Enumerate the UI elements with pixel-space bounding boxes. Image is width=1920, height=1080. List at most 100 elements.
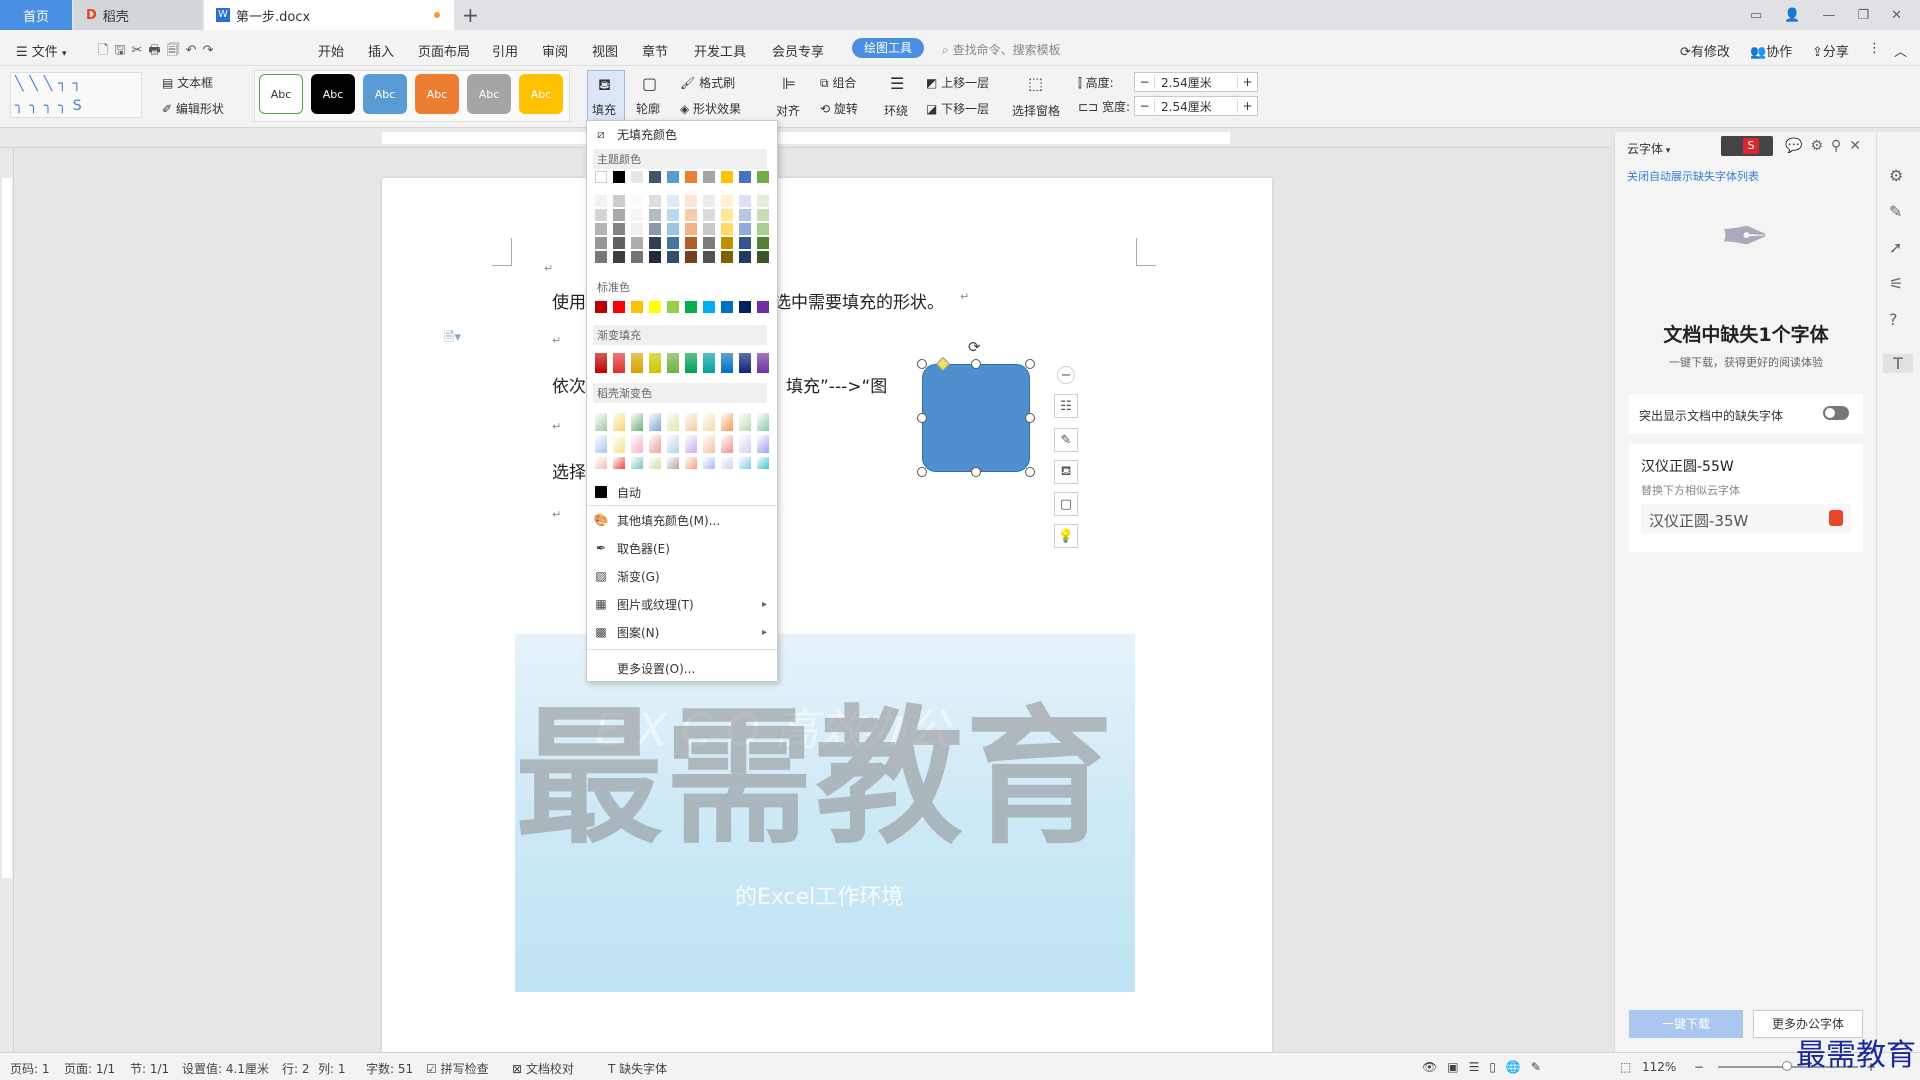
docer-gradient-swatch[interactable] bbox=[721, 457, 733, 469]
standard-color-swatch[interactable] bbox=[703, 301, 715, 313]
theme-shade-swatch[interactable] bbox=[631, 195, 643, 207]
tab-drawing-tools[interactable]: 绘图工具 bbox=[852, 38, 924, 58]
no-fill-item[interactable]: ⧄ 无填充颜色 bbox=[593, 123, 771, 145]
docer-gradient-swatch[interactable] bbox=[595, 413, 607, 431]
theme-color-swatch[interactable] bbox=[613, 171, 625, 183]
cursor-icon[interactable]: ➚ bbox=[1889, 238, 1902, 257]
theme-shade-swatch[interactable] bbox=[757, 251, 769, 263]
docer-gradient-swatch[interactable] bbox=[757, 435, 769, 453]
collapse-ribbon-icon[interactable]: ︿ bbox=[1894, 41, 1907, 60]
theme-shade-swatch[interactable] bbox=[739, 223, 751, 235]
fit-page-icon[interactable]: ⬚ bbox=[1620, 1060, 1631, 1074]
command-search[interactable]: ⌕ 查找命令、搜索模板 bbox=[942, 41, 1061, 58]
theme-color-swatch[interactable] bbox=[721, 171, 733, 183]
docer-gradient-swatch[interactable] bbox=[721, 413, 733, 431]
gradient-fill-swatch[interactable] bbox=[757, 353, 769, 373]
zoom-level[interactable]: 112% bbox=[1642, 1060, 1676, 1074]
pen-tool-icon[interactable]: ✎ bbox=[1054, 428, 1078, 452]
theme-shade-swatch[interactable] bbox=[631, 209, 643, 221]
selected-rounded-rectangle[interactable] bbox=[922, 364, 1030, 472]
theme-shade-swatch[interactable] bbox=[595, 251, 607, 263]
auto-color-item[interactable]: 自动 bbox=[593, 481, 771, 503]
docer-gradient-swatch[interactable] bbox=[667, 413, 679, 431]
theme-shade-swatch[interactable] bbox=[721, 209, 733, 221]
width-decrement[interactable]: − bbox=[1135, 99, 1155, 113]
font-panel-icon[interactable]: T bbox=[1883, 354, 1913, 373]
theme-shade-swatch[interactable] bbox=[685, 223, 697, 235]
tab-document[interactable]: W 第一步.docx bbox=[204, 0, 454, 30]
docer-gradient-swatch[interactable] bbox=[721, 435, 733, 453]
standard-color-swatch[interactable] bbox=[685, 301, 697, 313]
standard-color-swatch[interactable] bbox=[667, 301, 679, 313]
theme-shade-swatch[interactable] bbox=[667, 251, 679, 263]
lightbulb-icon[interactable]: 💡 bbox=[1054, 524, 1078, 548]
theme-shade-swatch[interactable] bbox=[757, 195, 769, 207]
shape-effects-button[interactable]: ◈ 形状效果 bbox=[680, 100, 741, 117]
docer-gradient-swatch[interactable] bbox=[685, 457, 697, 469]
gradient-fill-swatch[interactable] bbox=[739, 353, 751, 373]
pattern-item[interactable]: ▩ 图案(N) ▸ bbox=[593, 621, 771, 643]
docer-gradient-swatch[interactable] bbox=[757, 457, 769, 469]
theme-shade-swatch[interactable] bbox=[721, 223, 733, 235]
zoom-out-button[interactable]: − bbox=[1694, 1060, 1704, 1074]
gradient-fill-swatch[interactable] bbox=[613, 353, 625, 373]
menu-start[interactable]: 开始 bbox=[318, 41, 344, 60]
replacement-font-item[interactable]: 汉仪正圆-35W bbox=[1641, 504, 1851, 534]
rotate-handle-icon[interactable]: ⟳ bbox=[968, 338, 981, 356]
docer-gradient-swatch[interactable] bbox=[649, 413, 661, 431]
standard-color-swatch[interactable] bbox=[649, 301, 661, 313]
view-mode-icons[interactable]: 👁▣☰▯🌐✎ bbox=[1422, 1060, 1551, 1074]
theme-shade-swatch[interactable] bbox=[613, 209, 625, 221]
menu-references[interactable]: 引用 bbox=[492, 41, 518, 60]
docer-gradient-swatch[interactable] bbox=[613, 457, 625, 469]
theme-shade-swatch[interactable] bbox=[631, 237, 643, 249]
docer-gradient-swatch[interactable] bbox=[613, 413, 625, 431]
more-settings-item[interactable]: 更多设置(O)... bbox=[593, 657, 771, 679]
menu-view[interactable]: 视图 bbox=[592, 41, 618, 60]
docer-gradient-swatch[interactable] bbox=[613, 435, 625, 453]
shape-style-icon[interactable]: ⚙ bbox=[1889, 166, 1903, 185]
gradient-fill-swatch[interactable] bbox=[595, 353, 607, 373]
docer-gradient-swatch[interactable] bbox=[739, 435, 751, 453]
theme-shade-swatch[interactable] bbox=[739, 209, 751, 221]
theme-shade-swatch[interactable] bbox=[595, 223, 607, 235]
bring-forward-button[interactable]: ◩ 上移一层 bbox=[926, 74, 989, 91]
file-menu[interactable]: ☰ 文件 ▾ bbox=[16, 41, 66, 60]
menu-review[interactable]: 审阅 bbox=[542, 41, 568, 60]
gradient-fill-swatch[interactable] bbox=[685, 353, 697, 373]
gradient-fill-swatch[interactable] bbox=[667, 353, 679, 373]
theme-shade-swatch[interactable] bbox=[649, 251, 661, 263]
fill-tool-icon[interactable]: ⛾ bbox=[1054, 460, 1078, 484]
send-backward-button[interactable]: ◪ 下移一层 bbox=[926, 100, 989, 117]
tab-home[interactable]: 首页 bbox=[0, 0, 72, 30]
highlight-toggle-switch[interactable] bbox=[1823, 406, 1849, 420]
theme-shade-swatch[interactable] bbox=[739, 251, 751, 263]
theme-shade-swatch[interactable] bbox=[613, 251, 625, 263]
chat-icon[interactable]: 💬 bbox=[1785, 138, 1810, 154]
theme-shade-swatch[interactable] bbox=[685, 251, 697, 263]
selection-pane-button[interactable]: ⬚ 选择窗格 bbox=[1012, 72, 1064, 124]
cloud-font-dropdown[interactable]: 云字体 ▾ bbox=[1627, 140, 1670, 157]
fill-button[interactable]: ⛾ 填充 bbox=[587, 70, 625, 122]
width-input[interactable]: − 2.54厘米 + bbox=[1134, 96, 1258, 116]
docer-gradient-swatch[interactable] bbox=[703, 457, 715, 469]
document-area[interactable]: ↵ 使用 W 选中需要填充的形状。 ↵ 🗎▾ ↵ 依次点 填充”--->“图 ↵… bbox=[14, 148, 1596, 1058]
paste-options-icon[interactable]: 🗎▾ bbox=[444, 328, 461, 350]
theme-shade-swatch[interactable] bbox=[649, 209, 661, 221]
theme-shade-swatch[interactable] bbox=[757, 237, 769, 249]
wrap-button[interactable]: ☰ 环绕 bbox=[884, 72, 918, 124]
resize-handle-l[interactable] bbox=[917, 413, 927, 423]
theme-color-swatch[interactable] bbox=[631, 171, 643, 183]
gradient-fill-swatch[interactable] bbox=[703, 353, 715, 373]
theme-color-swatch[interactable] bbox=[649, 171, 661, 183]
layout-icon[interactable]: ▭ bbox=[1750, 8, 1762, 23]
eyedropper-item[interactable]: ✒ 取色器(E) bbox=[593, 537, 771, 559]
resize-handle-t[interactable] bbox=[971, 359, 981, 369]
theme-shade-swatch[interactable] bbox=[721, 195, 733, 207]
download-font-icon[interactable] bbox=[1829, 510, 1843, 526]
restore-button[interactable]: ❐ bbox=[1857, 8, 1869, 23]
theme-shade-swatch[interactable] bbox=[739, 195, 751, 207]
gradient-fill-swatch[interactable] bbox=[631, 353, 643, 373]
close-panel-icon[interactable]: ✕ bbox=[1849, 138, 1869, 154]
theme-shade-swatch[interactable] bbox=[703, 195, 715, 207]
